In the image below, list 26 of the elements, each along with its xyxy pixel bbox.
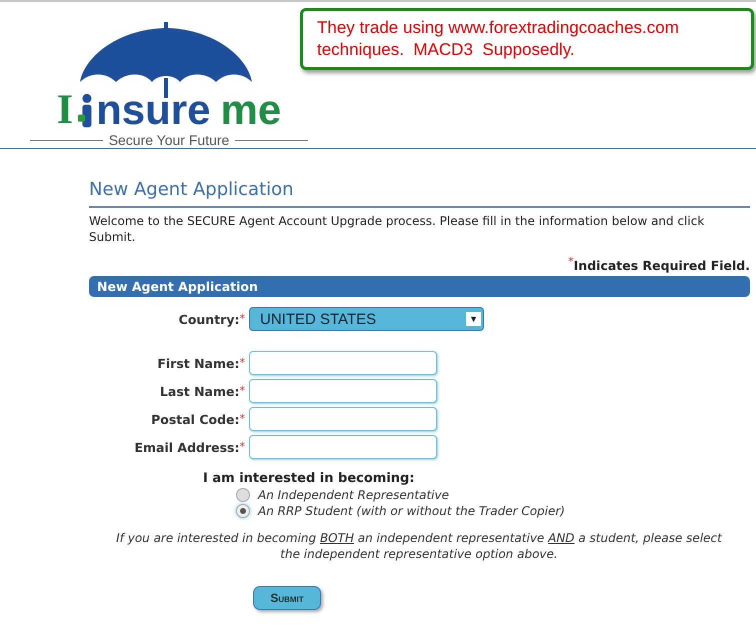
country-dropdown[interactable]: UNITED STATES ▼ (249, 307, 484, 331)
field-label: First Name:* (156, 356, 245, 370)
input-field[interactable] (249, 379, 437, 403)
input-field[interactable] (249, 435, 437, 459)
logo-text: me (220, 90, 282, 130)
field-label: Country:* (178, 312, 245, 326)
radio-button[interactable] (236, 504, 250, 518)
radio-button[interactable] (236, 488, 250, 502)
question-label: I am interested in becoming: (203, 471, 416, 486)
submit-button[interactable]: Submit (253, 586, 321, 610)
logo-letter: I (56, 90, 74, 130)
page-title: New Agent Application (89, 179, 750, 208)
note-text: If you are interested in becoming BOTH an independent representative AND a student, please select the independent representative option above. (115, 530, 724, 562)
option-label[interactable]: An Independent Representative (258, 488, 449, 502)
input-field[interactable] (249, 407, 437, 431)
option-label[interactable]: An RRP Student (with or without the Trader Copier) (258, 504, 565, 518)
field-label: Last Name:* (158, 384, 245, 398)
logo-tagline: Secure Your Future (108, 132, 230, 148)
section-header: New Agent Application (89, 276, 750, 297)
field-label: Postal Code:* (150, 412, 245, 426)
callout-note: They trade using www.forextradingcoaches.com techniques. MACD3 Supposedly. (300, 8, 754, 70)
input-field[interactable] (249, 351, 437, 375)
required-note: *Indicates Required Field. (568, 258, 750, 273)
intro-text: Welcome to the SECURE Agent Account Upgrade process. Please fill in the information below and click Submit. (89, 213, 706, 245)
logo-text: nsure (96, 90, 211, 130)
field-label: Email Address:* (133, 440, 245, 454)
